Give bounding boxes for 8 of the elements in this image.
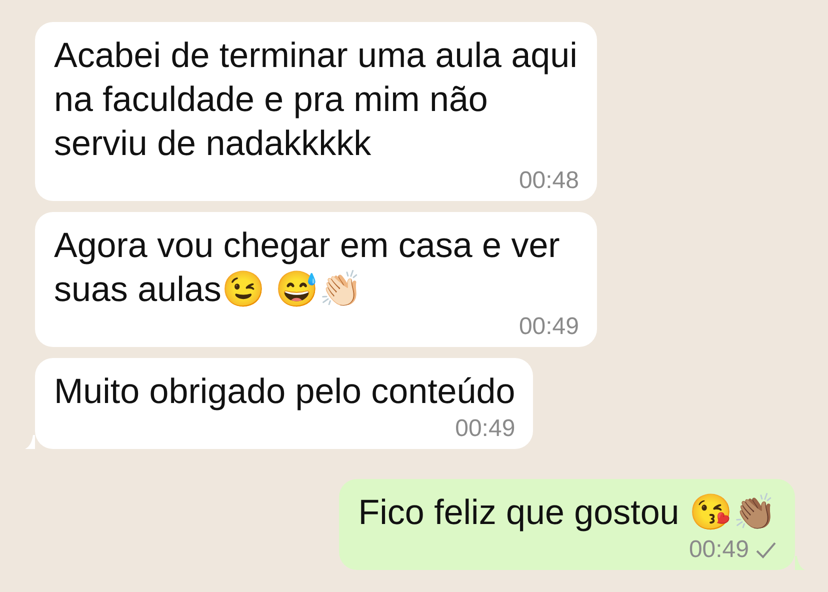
message-text: Fico feliz que gostou 😘👏🏽 [358,493,777,532]
message-time: 00:48 [518,167,579,195]
message-text: Muito obrigado pelo conteúdo [54,372,516,411]
message-time: 00:49 [518,313,579,341]
message-text: Acabei de terminar uma aula aqui na faculdade e pra mim não serviu de nadakkkkk [54,36,578,163]
message-time: 00:49 [455,415,516,443]
message-text: Agora vou chegar em casa e ver suas aulas😉 😅👏🏻 [54,226,560,309]
message-time: 00:49 [688,536,749,564]
